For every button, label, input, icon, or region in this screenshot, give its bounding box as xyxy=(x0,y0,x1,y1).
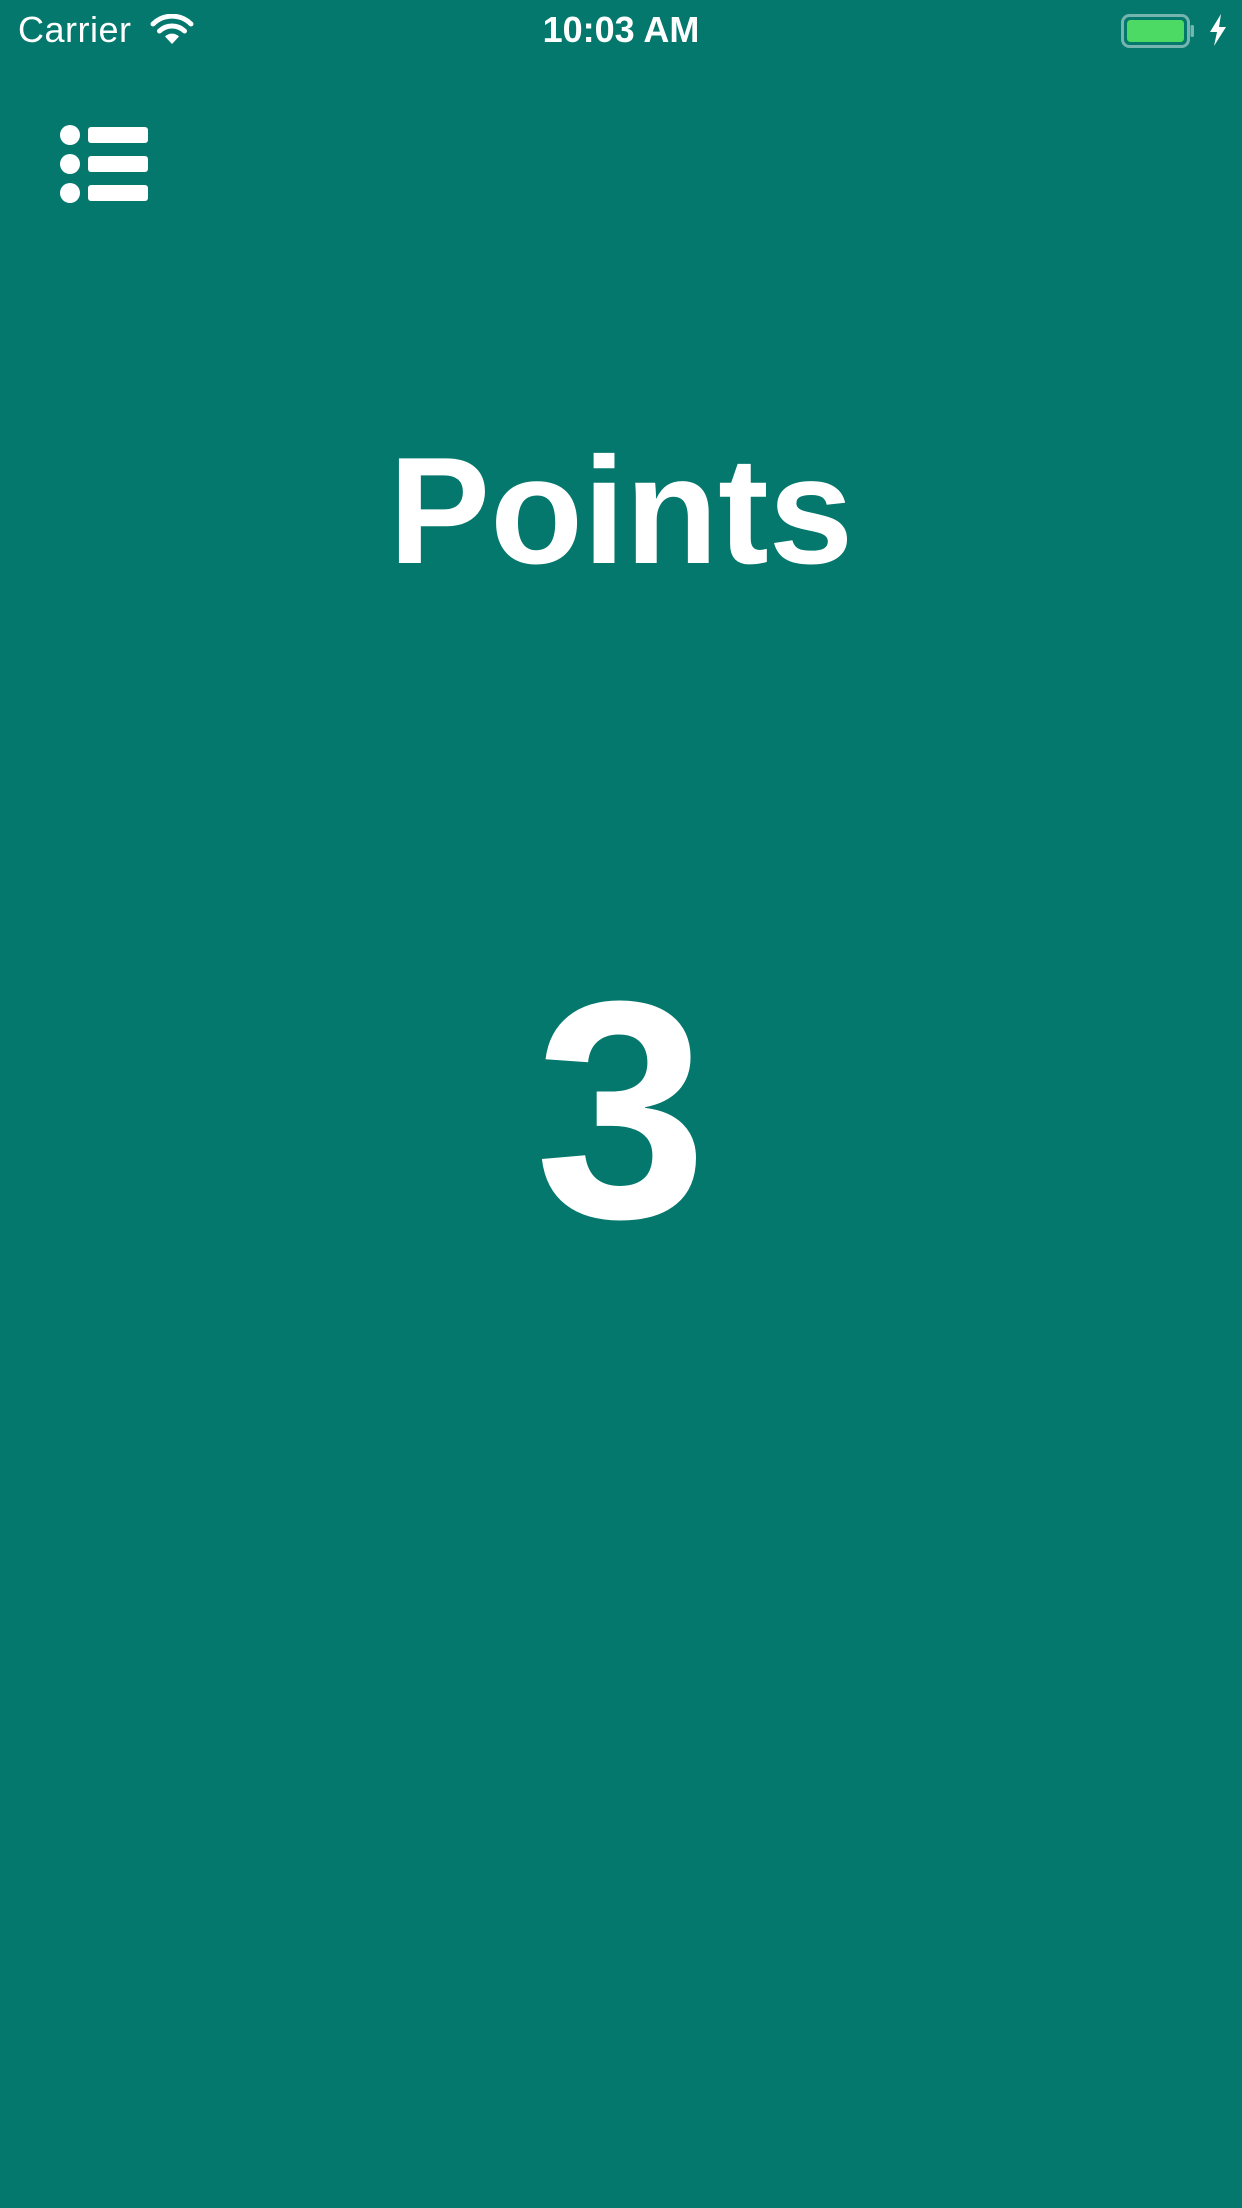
page-title: Points xyxy=(388,426,854,596)
list-icon xyxy=(60,125,148,203)
points-value: 3 xyxy=(534,936,708,1283)
status-time: 10:03 AM xyxy=(542,9,700,50)
charging-icon xyxy=(1210,14,1226,46)
menu-button[interactable] xyxy=(52,118,156,214)
battery-icon xyxy=(1121,14,1194,48)
status-bar: Carrier 10:03 AM xyxy=(0,0,1242,60)
